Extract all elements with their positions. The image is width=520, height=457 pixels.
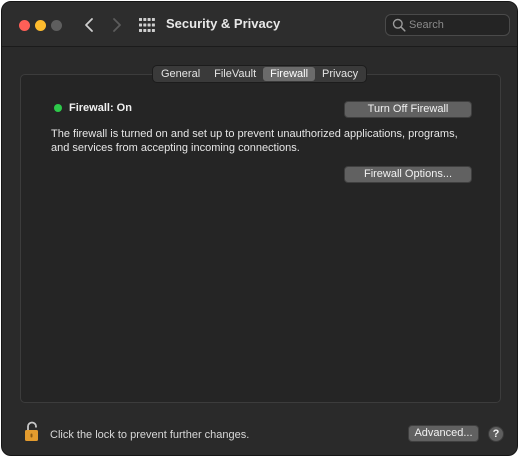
tab-privacy[interactable]: Privacy (315, 66, 365, 82)
lock-button[interactable] (24, 420, 42, 442)
content-panel (20, 74, 501, 403)
grid-icon (139, 18, 155, 32)
firewall-options-button[interactable]: Firewall Options... (344, 166, 472, 183)
minimize-window-button[interactable] (35, 20, 46, 31)
search-icon (392, 18, 406, 32)
search-input[interactable] (409, 17, 505, 33)
preferences-window: Security & Privacy General FileVault Fir… (1, 1, 518, 456)
title-bar: Security & Privacy (2, 2, 517, 47)
search-field[interactable] (385, 14, 510, 36)
tab-firewall[interactable]: Firewall (263, 67, 316, 81)
lock-hint-text: Click the lock to prevent further change… (50, 429, 250, 441)
help-button[interactable]: ? (488, 426, 504, 442)
turn-off-firewall-button[interactable]: Turn Off Firewall (344, 101, 472, 118)
close-window-button[interactable] (19, 20, 30, 31)
chevron-right-icon (113, 18, 121, 32)
firewall-status-indicator (54, 104, 62, 112)
window-title: Security & Privacy (166, 16, 281, 31)
back-button[interactable] (80, 15, 98, 35)
firewall-status-label: Firewall: On (69, 102, 132, 114)
tab-general[interactable]: General (154, 66, 207, 82)
show-all-button[interactable] (139, 18, 155, 32)
forward-button[interactable] (108, 15, 126, 35)
firewall-description: The firewall is turned on and set up to … (51, 128, 458, 154)
tab-bar: General FileVault Firewall Privacy (152, 65, 368, 83)
advanced-button[interactable]: Advanced... (408, 425, 479, 442)
tab-filevault[interactable]: FileVault (207, 66, 263, 82)
lock-open-icon (25, 421, 38, 441)
chevron-left-icon (85, 18, 93, 32)
zoom-window-button[interactable] (51, 20, 62, 31)
